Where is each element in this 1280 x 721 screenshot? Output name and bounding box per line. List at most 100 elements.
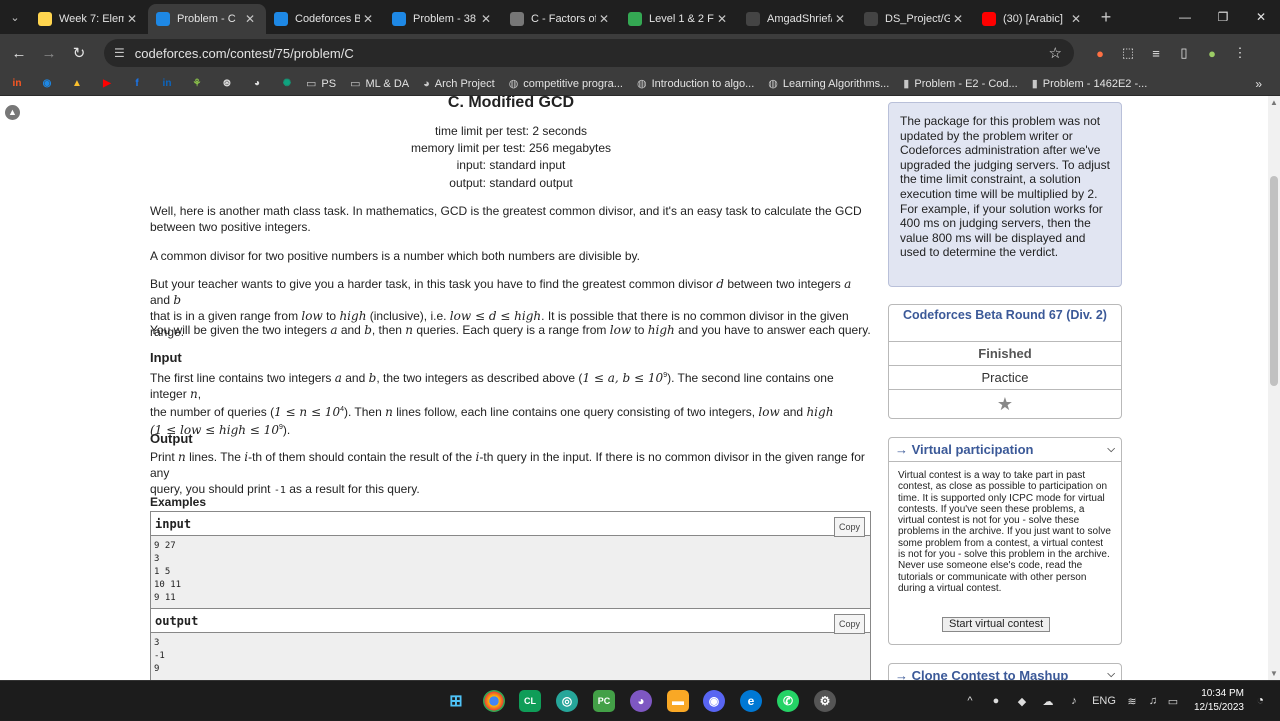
bookmark-item[interactable]: ▭ ML & DA (350, 77, 409, 91)
github-desktop-icon[interactable]: ◕ (630, 690, 652, 712)
bookmark-icon-2[interactable]: ◉ (36, 76, 58, 92)
close-tab-icon[interactable]: ✕ (360, 12, 376, 26)
close-tab-icon[interactable]: ✕ (596, 12, 612, 26)
clone-contest-box[interactable]: → Clone Contest to Mashup ⌵ (888, 663, 1122, 680)
contest-name-link[interactable]: Codeforces Beta Round 67 (Div. 2) (889, 305, 1121, 342)
browser-tab[interactable]: (30) [Arabic] ✕ (974, 4, 1092, 34)
youtube-icon[interactable]: ▶ (96, 76, 118, 92)
browser-tab[interactable]: AmgadShrief/✕ (738, 4, 856, 34)
openai-icon[interactable]: ✺ (276, 76, 298, 92)
browser-tab[interactable]: Week 7: Elem ✕ (30, 4, 148, 34)
codeforces-icon (156, 12, 170, 26)
close-tab-icon[interactable]: ✕ (124, 12, 140, 26)
side-panel-icon[interactable]: ▯ (1170, 45, 1198, 61)
bookmark-item[interactable]: ◍ Introduction to algo... (636, 77, 754, 91)
page-scrollbar[interactable]: ▲ ▼ (1268, 96, 1280, 680)
settings-icon[interactable]: ⚙ (814, 690, 836, 712)
legend-paragraph-1: Well, here is another math class task. I… (150, 204, 862, 234)
address-bar[interactable]: ☰ codeforces.com/contest/75/problem/C ☆ (104, 39, 1074, 67)
favourite-star-icon[interactable]: ★ (889, 390, 1121, 418)
bookmark-item[interactable]: ◍ competitive progra... (509, 77, 623, 91)
tray-expand-icon[interactable]: ^ (957, 695, 983, 707)
start-icon[interactable]: ⊞ (445, 690, 467, 712)
security-icon[interactable]: ◆ (1009, 695, 1035, 708)
extensions-icon[interactable]: ⬚ (1114, 45, 1142, 61)
address-url[interactable]: codeforces.com/contest/75/problem/C (135, 46, 354, 61)
maximize-icon[interactable]: ❐ (1204, 0, 1242, 34)
bookmark-item[interactable]: ◕ Arch Project (423, 78, 495, 90)
pycharm-icon[interactable]: PC (593, 690, 615, 712)
volume-icon[interactable]: ♫ (1143, 695, 1163, 707)
facebook-icon[interactable]: f (126, 76, 148, 92)
language-indicator[interactable]: ENG (1087, 695, 1121, 707)
bookmark-icon-1[interactable]: in (6, 76, 28, 92)
tray-app-icon[interactable]: ● (983, 695, 1009, 707)
browser-tab[interactable]: Codeforces B ✕ (266, 4, 384, 34)
reading-list-icon[interactable]: ≡ (1142, 46, 1170, 61)
scroll-up-icon[interactable]: ▲ (1270, 98, 1278, 107)
edge-icon[interactable]: e (740, 690, 762, 712)
bookmark-icon-3[interactable]: ⚘ (186, 76, 208, 92)
wifi-icon[interactable]: ≋ (1121, 695, 1143, 708)
globe-icon: ◍ (636, 78, 647, 90)
onedrive-icon[interactable]: ☁ (1035, 695, 1061, 708)
chrome-icon[interactable] (483, 690, 505, 712)
discord-icon[interactable]: ◉ (703, 690, 725, 712)
minimize-icon[interactable]: — (1166, 0, 1204, 34)
bookmark-label: PS (321, 77, 337, 90)
new-tab-button[interactable]: + (1092, 7, 1120, 28)
folder-icon: ▭ (350, 78, 361, 90)
clion-icon[interactable]: CL (519, 690, 541, 712)
clone-contest-title[interactable]: → Clone Contest to Mashup (895, 668, 1068, 680)
extension-fire-icon[interactable]: ● (1086, 46, 1114, 61)
bookmark-item[interactable]: ▭ PS (306, 77, 337, 91)
bookmark-star-icon[interactable]: ☆ (1049, 44, 1062, 62)
bookmark-item[interactable]: ▮ Problem - E2 - Cod... (903, 77, 1017, 91)
microphone-icon[interactable]: ♪ (1061, 695, 1087, 707)
back-icon[interactable]: ← (4, 45, 34, 62)
notifications-icon[interactable]: ◔ (1257, 693, 1264, 707)
back-to-top-icon[interactable]: ▲ (5, 105, 20, 120)
copy-input-button[interactable]: Copy (833, 517, 865, 537)
practice-link[interactable]: Practice (889, 366, 1121, 390)
chevron-down-icon[interactable]: ⌵ (1107, 669, 1115, 680)
scroll-down-icon[interactable]: ▼ (1270, 669, 1278, 678)
scrollbar-thumb[interactable] (1270, 176, 1278, 386)
copy-output-button[interactable]: Copy (833, 614, 865, 634)
browser-tab[interactable]: Problem - C ✕ (148, 4, 266, 34)
browser-tab[interactable]: C - Factors of ✕ (502, 4, 620, 34)
battery-icon[interactable]: ▭ (1163, 695, 1183, 708)
app-icon[interactable]: ◎ (556, 690, 578, 712)
drive-icon[interactable]: ▲ (66, 76, 88, 92)
reload-icon[interactable]: ↻ (64, 44, 94, 62)
virtual-participation-header[interactable]: → Virtual participation ⌵ (889, 438, 1121, 462)
bookmark-item[interactable]: ▮ Problem - 1462E2 -... (1032, 77, 1148, 91)
browser-tab[interactable]: DS_Project/G ✕ (856, 4, 974, 34)
start-virtual-contest-button[interactable]: Start virtual contest (942, 617, 1051, 632)
github-icon[interactable]: ◕ (246, 76, 268, 92)
site-info-icon[interactable]: ☰ (114, 46, 125, 60)
bookmark-item[interactable]: ◍ Learning Algorithms... (768, 77, 889, 91)
close-window-icon[interactable]: ✕ (1242, 0, 1280, 34)
chatgpt-icon[interactable]: ⊛ (216, 76, 238, 92)
forward-icon[interactable]: → (34, 45, 64, 62)
linkedin-icon[interactable]: in (156, 76, 178, 92)
close-tab-icon[interactable]: ✕ (950, 12, 966, 26)
github-icon (746, 12, 760, 26)
file-explorer-icon[interactable]: ▬ (667, 690, 689, 712)
more-bookmarks-icon[interactable]: » (1255, 77, 1262, 91)
close-tab-icon[interactable]: ✕ (478, 12, 494, 26)
clock[interactable]: 10:34 PM 12/15/2023 (1194, 687, 1244, 715)
close-tab-icon[interactable]: ✕ (714, 12, 730, 26)
close-tab-icon[interactable]: ✕ (1068, 12, 1084, 26)
chevron-down-icon[interactable]: ⌵ (1107, 444, 1115, 455)
menu-icon[interactable]: ⋮ (1226, 45, 1254, 61)
browser-tab[interactable]: Level 1 & 2 F ✕ (620, 4, 738, 34)
profile-avatar[interactable]: ● (1198, 46, 1226, 61)
close-tab-icon[interactable]: ✕ (242, 12, 258, 26)
problem-title: C. Modified GCD (447, 96, 575, 111)
browser-tab[interactable]: Problem - 38 ✕ (384, 4, 502, 34)
close-tab-icon[interactable]: ✕ (832, 12, 848, 26)
tab-search-icon[interactable]: ⌄ (0, 0, 30, 34)
whatsapp-icon[interactable]: ✆ (777, 690, 799, 712)
